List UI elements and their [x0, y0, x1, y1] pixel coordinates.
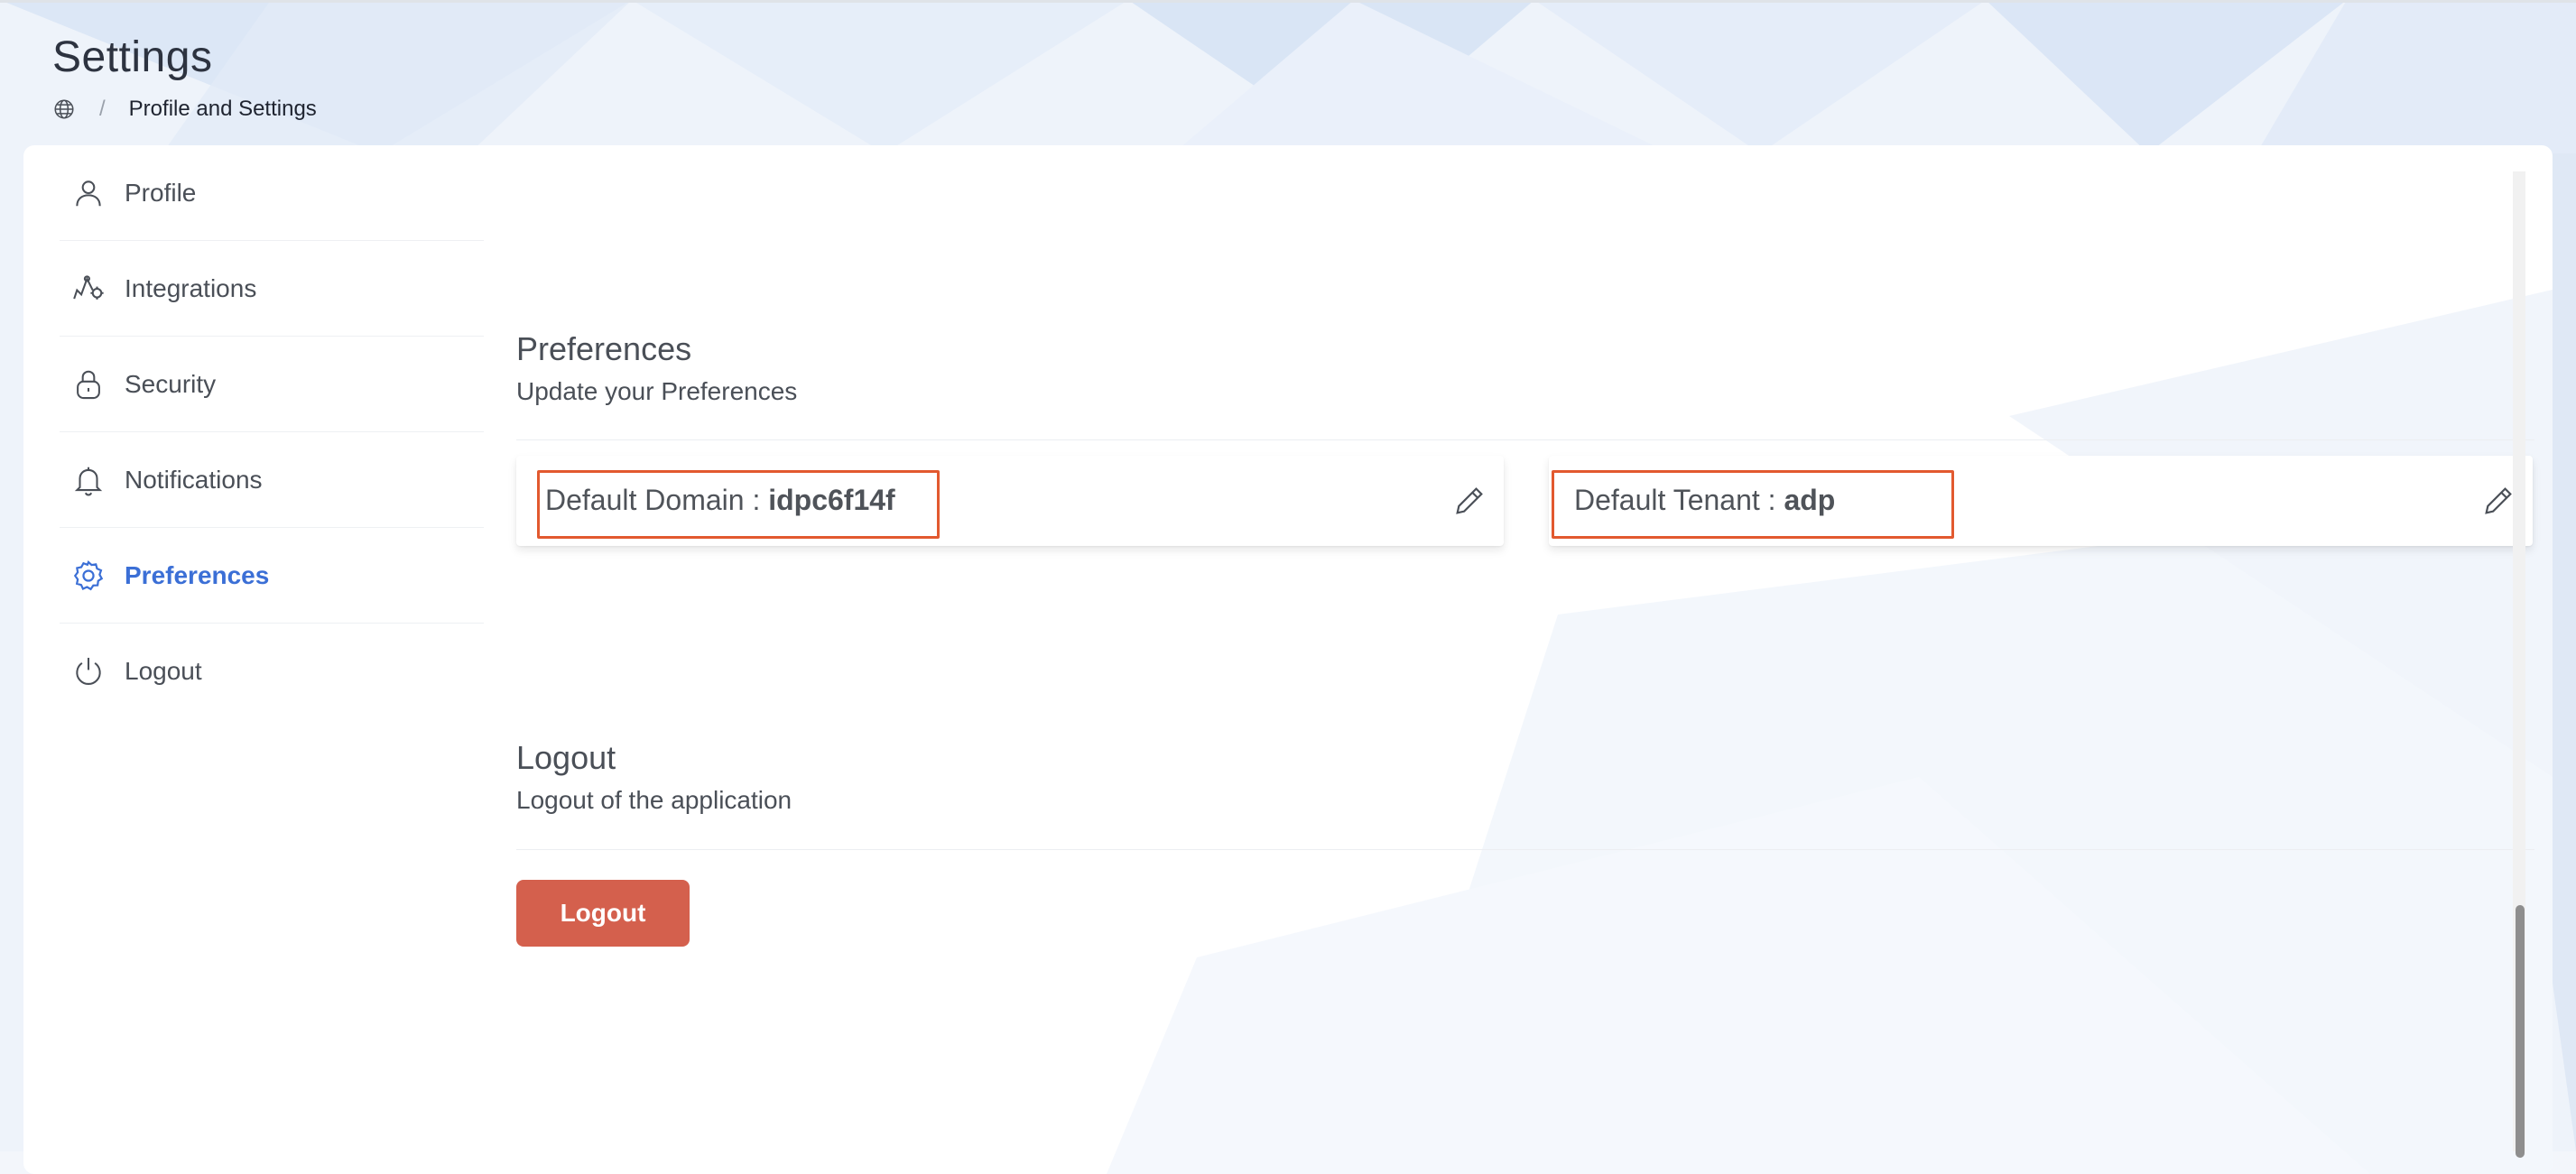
default-tenant-value: adp — [1784, 484, 1836, 516]
breadcrumb-current: Profile and Settings — [128, 97, 317, 121]
lock-icon — [70, 366, 107, 402]
vertical-scrollbar[interactable] — [2513, 171, 2525, 1158]
default-domain-text: Default Domain : idpc6f14f — [545, 484, 895, 517]
logout-subtitle: Logout of the application — [516, 786, 792, 814]
power-icon — [70, 653, 107, 689]
default-tenant-label: Default Tenant : — [1574, 484, 1784, 516]
settings-card: Profile Integrations Security Notificati… — [23, 145, 2553, 1174]
logout-title: Logout — [516, 739, 616, 776]
sidebar-item-label: Integrations — [125, 273, 257, 302]
bell-icon — [70, 462, 107, 498]
top-border — [0, 0, 2576, 3]
default-domain-card: Default Domain : idpc6f14f — [516, 456, 1504, 546]
default-domain-label: Default Domain : — [545, 484, 769, 516]
sidebar-item-preferences[interactable]: Preferences — [60, 528, 484, 624]
page-header: Settings / Profile and Settings — [52, 32, 317, 124]
page-title: Settings — [52, 33, 213, 81]
breadcrumb-separator: / — [99, 97, 106, 121]
sidebar-item-notifications[interactable]: Notifications — [60, 432, 484, 528]
logout-button[interactable]: Logout — [516, 880, 690, 947]
default-tenant-card: Default Tenant : adp — [1549, 456, 2533, 546]
sidebar-item-label: Logout — [125, 656, 202, 685]
sidebar-item-label: Notifications — [125, 465, 263, 494]
edit-tenant-pencil-icon[interactable] — [2480, 483, 2516, 519]
edit-domain-pencil-icon[interactable] — [1451, 483, 1487, 519]
globe-icon[interactable] — [52, 97, 76, 121]
sidebar-item-label: Preferences — [125, 560, 270, 589]
user-icon — [70, 175, 107, 211]
sidebar-item-profile[interactable]: Profile — [60, 145, 484, 241]
sidebar-item-security[interactable]: Security — [60, 337, 484, 432]
sidebar-item-integrations[interactable]: Integrations — [60, 241, 484, 337]
breadcrumb: / Profile and Settings — [52, 95, 317, 124]
settings-sidebar: Profile Integrations Security Notificati… — [60, 145, 484, 718]
scrollbar-thumb[interactable] — [2516, 905, 2525, 1158]
default-tenant-text: Default Tenant : adp — [1574, 484, 1835, 517]
default-domain-value: idpc6f14f — [768, 484, 895, 516]
sidebar-item-label: Security — [125, 369, 217, 398]
sidebar-item-logout[interactable]: Logout — [60, 624, 484, 718]
preferences-title: Preferences — [516, 330, 692, 367]
integrations-icon — [70, 271, 107, 307]
preferences-subtitle: Update your Preferences — [516, 377, 798, 405]
gear-icon — [70, 558, 107, 594]
logout-divider — [516, 849, 2534, 850]
preferences-divider — [516, 439, 2534, 440]
sidebar-item-label: Profile — [125, 178, 197, 207]
